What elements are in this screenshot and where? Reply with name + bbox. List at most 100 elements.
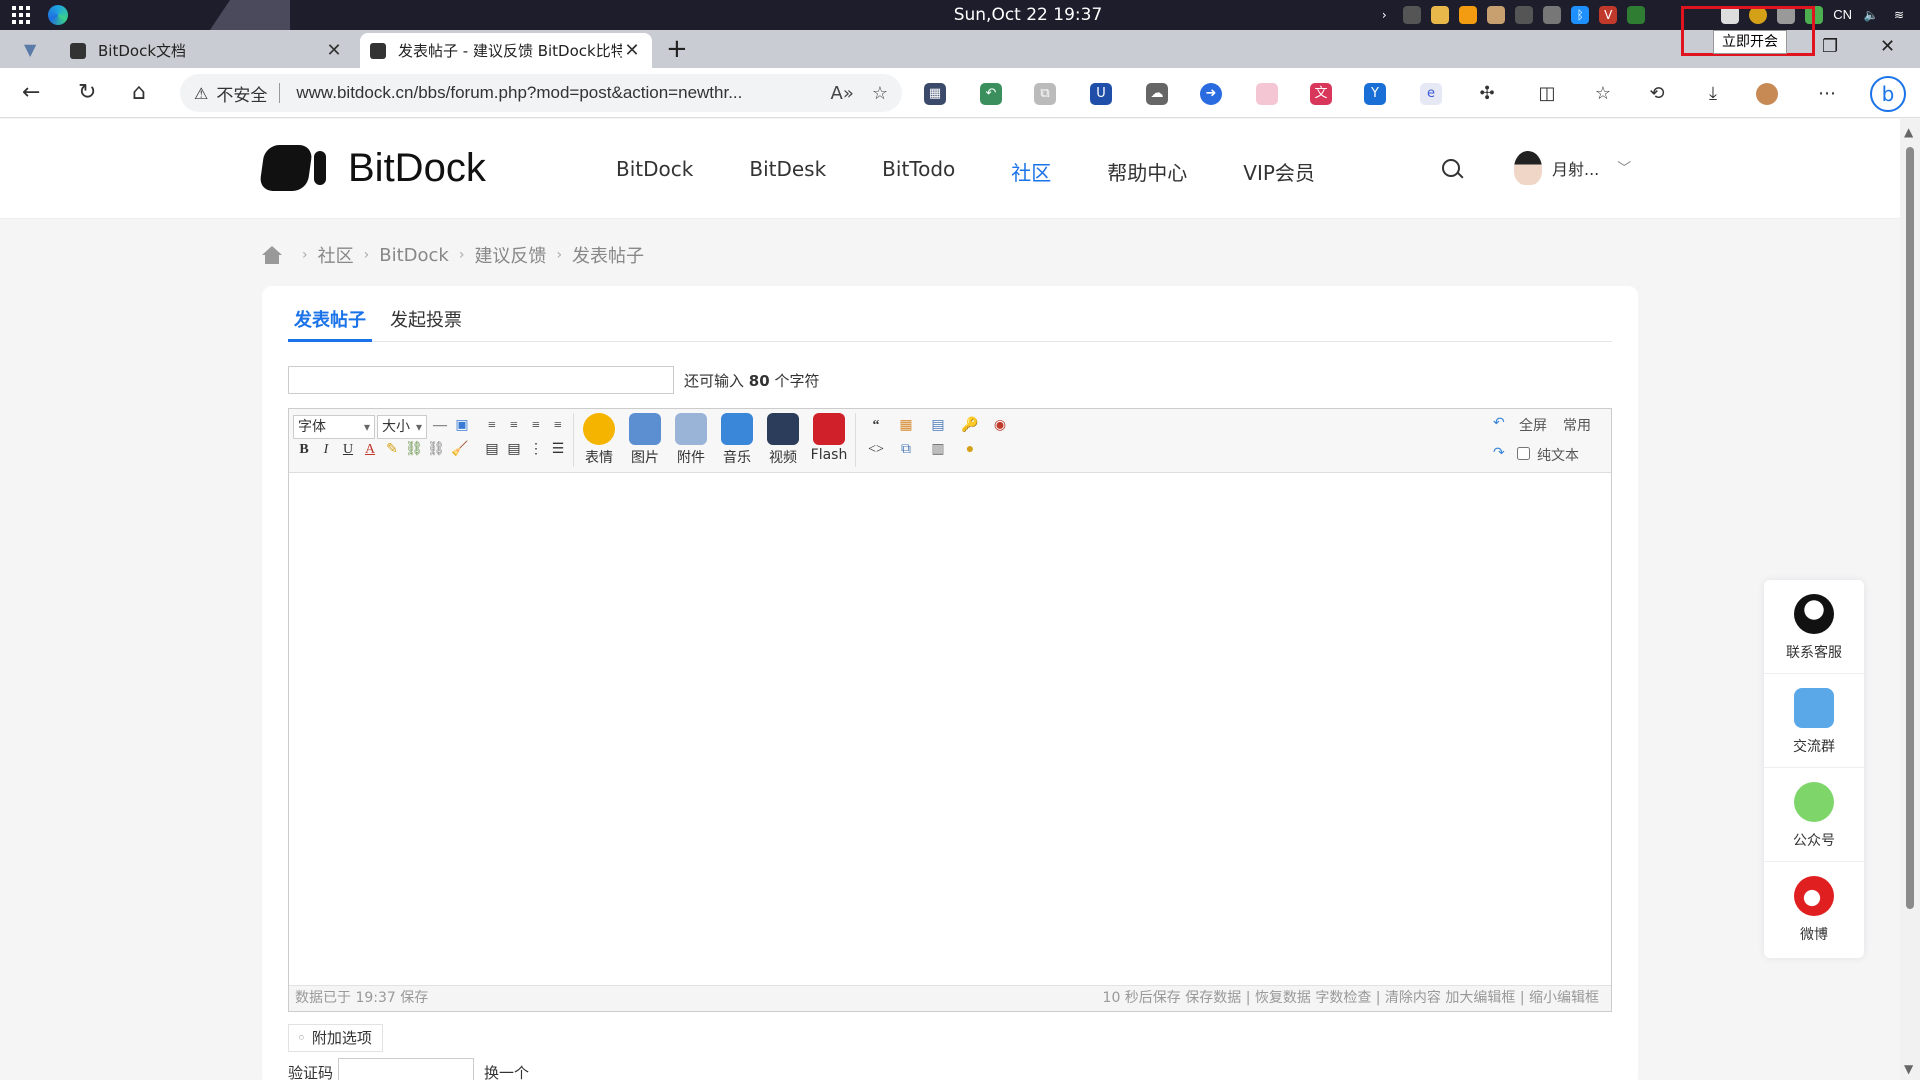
history-icon[interactable]: ⟲ bbox=[1646, 83, 1668, 105]
page-scrollbar[interactable]: ▲ ▼ bbox=[1900, 119, 1920, 1080]
copy-extension-icon[interactable]: ⧉ bbox=[1034, 83, 1056, 105]
chevron-down-icon[interactable]: ﹀ bbox=[1617, 158, 1631, 178]
editor-content-area[interactable] bbox=[289, 473, 1611, 981]
nav-bittodo[interactable]: BitTodo bbox=[882, 157, 955, 186]
password-key-icon[interactable]: 🔑 bbox=[959, 415, 981, 437]
redo-icon[interactable]: ↷ bbox=[1493, 445, 1505, 461]
nav-help-center[interactable]: 帮助中心 bbox=[1107, 157, 1187, 186]
emoji-button[interactable]: 表情 bbox=[577, 413, 621, 467]
bold-icon[interactable]: B bbox=[293, 439, 315, 461]
address-bar[interactable]: ⚠ 不安全 www.bitdock.cn/bbs/forum.php?mod=p… bbox=[180, 74, 902, 112]
bing-copilot-icon[interactable]: b bbox=[1870, 76, 1906, 112]
page-break-icon[interactable]: ▤ bbox=[927, 415, 949, 437]
input-language-indicator[interactable]: CN bbox=[1833, 6, 1852, 24]
code-icon[interactable]: <> bbox=[865, 439, 887, 461]
undo-extension-icon[interactable]: ↶ bbox=[980, 83, 1002, 105]
read-aloud-icon[interactable]: A» bbox=[831, 83, 854, 104]
shield-icon[interactable] bbox=[1459, 6, 1478, 24]
subject-input[interactable] bbox=[288, 366, 674, 394]
bluetooth-icon[interactable]: ᛒ bbox=[1571, 6, 1590, 24]
image-button[interactable]: 图片 bbox=[623, 413, 667, 467]
close-tab-icon[interactable]: ✕ bbox=[622, 40, 642, 61]
clear-format-icon[interactable]: 🧹 bbox=[449, 439, 471, 461]
font-family-select[interactable]: 字体 bbox=[293, 415, 375, 439]
align-center-icon[interactable]: ≡ bbox=[525, 415, 547, 437]
attachment-button[interactable]: 附件 bbox=[669, 413, 713, 467]
more-menu-icon[interactable]: ⋯ bbox=[1816, 83, 1838, 105]
float-right-icon[interactable]: ▤ bbox=[503, 439, 525, 461]
user-menu[interactable]: 月射... ﹀ bbox=[1514, 151, 1631, 185]
cloud-icon[interactable] bbox=[1543, 6, 1562, 24]
nav-community[interactable]: 社区 bbox=[1011, 157, 1051, 186]
flash-button[interactable]: Flash bbox=[807, 413, 851, 463]
e-extension-icon[interactable]: e bbox=[1420, 83, 1442, 105]
home-icon[interactable] bbox=[262, 246, 282, 264]
font-size-select[interactable]: 大小 bbox=[377, 415, 427, 439]
translate-extension-icon[interactable]: 文 bbox=[1310, 83, 1332, 105]
folder-icon[interactable] bbox=[1431, 6, 1450, 24]
weibo-button[interactable]: 微博 bbox=[1764, 862, 1864, 956]
v-app-icon[interactable]: V bbox=[1599, 6, 1618, 24]
search-icon[interactable] bbox=[1440, 157, 1464, 181]
qq-icon[interactable]: ◉ bbox=[989, 415, 1011, 437]
restore-window-icon[interactable]: ❐ bbox=[1822, 36, 1838, 57]
wechat-official-button[interactable]: 公众号 bbox=[1764, 768, 1864, 862]
contact-support-button[interactable]: 联系客服 bbox=[1764, 580, 1864, 674]
italic-icon[interactable]: I bbox=[315, 439, 337, 461]
close-window-icon[interactable]: ✕ bbox=[1880, 36, 1895, 57]
reload-button[interactable]: ↻ bbox=[78, 80, 96, 105]
link-icon[interactable]: ⛓ bbox=[403, 439, 425, 461]
tab-bitdock-docs[interactable]: BitDock文档 ✕ bbox=[60, 33, 354, 68]
split-screen-icon[interactable]: ◫ bbox=[1536, 83, 1558, 105]
common-button[interactable]: 常用 bbox=[1563, 415, 1591, 435]
highlight-icon[interactable]: ✎ bbox=[381, 439, 403, 461]
fullscreen-button[interactable]: 全屏 bbox=[1519, 415, 1547, 435]
font-color-icon[interactable]: A bbox=[359, 439, 381, 461]
download-icon[interactable]: ⤓ bbox=[1702, 83, 1724, 105]
url-text[interactable]: www.bitdock.cn/bbs/forum.php?mod=post&ac… bbox=[296, 83, 812, 103]
profile-avatar[interactable] bbox=[1756, 83, 1778, 105]
undo-icon[interactable]: ↶ bbox=[1493, 415, 1505, 431]
apps-extension-icon[interactable]: ▦ bbox=[924, 83, 946, 105]
breadcrumb-community[interactable]: 社区 bbox=[318, 242, 354, 268]
editor-actions[interactable]: 10 秒后保存 保存数据 | 恢复数据 字数检查 | 清除内容 加大编辑框 | … bbox=[1103, 986, 1599, 1010]
warning-icon[interactable]: ⚠ bbox=[194, 84, 208, 103]
extensions-puzzle-icon[interactable]: ✣ bbox=[1476, 83, 1498, 105]
breadcrumb-feedback[interactable]: 建议反馈 bbox=[474, 242, 546, 268]
unlink-icon[interactable]: ⛓ bbox=[425, 439, 447, 461]
chevron-right-icon[interactable]: › bbox=[1375, 6, 1393, 24]
close-tab-icon[interactable]: ✕ bbox=[324, 40, 344, 61]
nvidia-icon[interactable] bbox=[1627, 6, 1646, 24]
scroll-up-icon[interactable]: ▲ bbox=[1904, 125, 1913, 139]
captcha-refresh-link[interactable]: 换一个 bbox=[484, 1062, 529, 1080]
back-button[interactable]: ← bbox=[22, 80, 40, 105]
cat-icon[interactable] bbox=[1487, 6, 1506, 24]
tray-app-icon[interactable] bbox=[1515, 6, 1534, 24]
tab-new-post[interactable]: 发表帖子 bbox=[288, 306, 372, 342]
plain-text-checkbox[interactable] bbox=[1517, 447, 1530, 460]
user-name[interactable]: 月射... bbox=[1552, 156, 1599, 180]
avatar[interactable] bbox=[1514, 151, 1542, 185]
security-label[interactable]: 不安全 bbox=[216, 81, 267, 106]
free-content-icon[interactable]: ▦ bbox=[895, 415, 917, 437]
underline-icon[interactable]: U bbox=[337, 439, 359, 461]
nav-bitdesk[interactable]: BitDesk bbox=[749, 157, 826, 186]
float-left-icon[interactable]: ▤ bbox=[481, 439, 503, 461]
cat-extension-icon[interactable] bbox=[1256, 83, 1278, 105]
quote-icon[interactable]: “ bbox=[865, 415, 887, 437]
page-icon[interactable]: ⧉ bbox=[895, 439, 917, 461]
music-button[interactable]: 音乐 bbox=[715, 413, 759, 467]
scroll-thumb[interactable] bbox=[1906, 147, 1914, 909]
site-logo[interactable]: BitDock bbox=[262, 145, 486, 191]
vertical-tabs-icon[interactable]: ▼ bbox=[24, 40, 36, 59]
volume-icon[interactable]: 🔈 bbox=[1862, 6, 1880, 24]
favorite-star-icon[interactable]: ☆ bbox=[872, 83, 888, 104]
tab-new-poll[interactable]: 发起投票 bbox=[384, 306, 468, 342]
chat-group-button[interactable]: 交流群 bbox=[1764, 674, 1864, 768]
justify-icon[interactable]: ≡ bbox=[481, 415, 503, 437]
breadcrumb-bitdock[interactable]: BitDock bbox=[379, 245, 449, 266]
tray-app-icon[interactable] bbox=[1403, 6, 1422, 24]
scroll-down-icon[interactable]: ▼ bbox=[1904, 1062, 1913, 1076]
table-icon[interactable]: ▣ bbox=[451, 415, 473, 437]
nav-vip[interactable]: VIP会员 bbox=[1243, 157, 1315, 186]
